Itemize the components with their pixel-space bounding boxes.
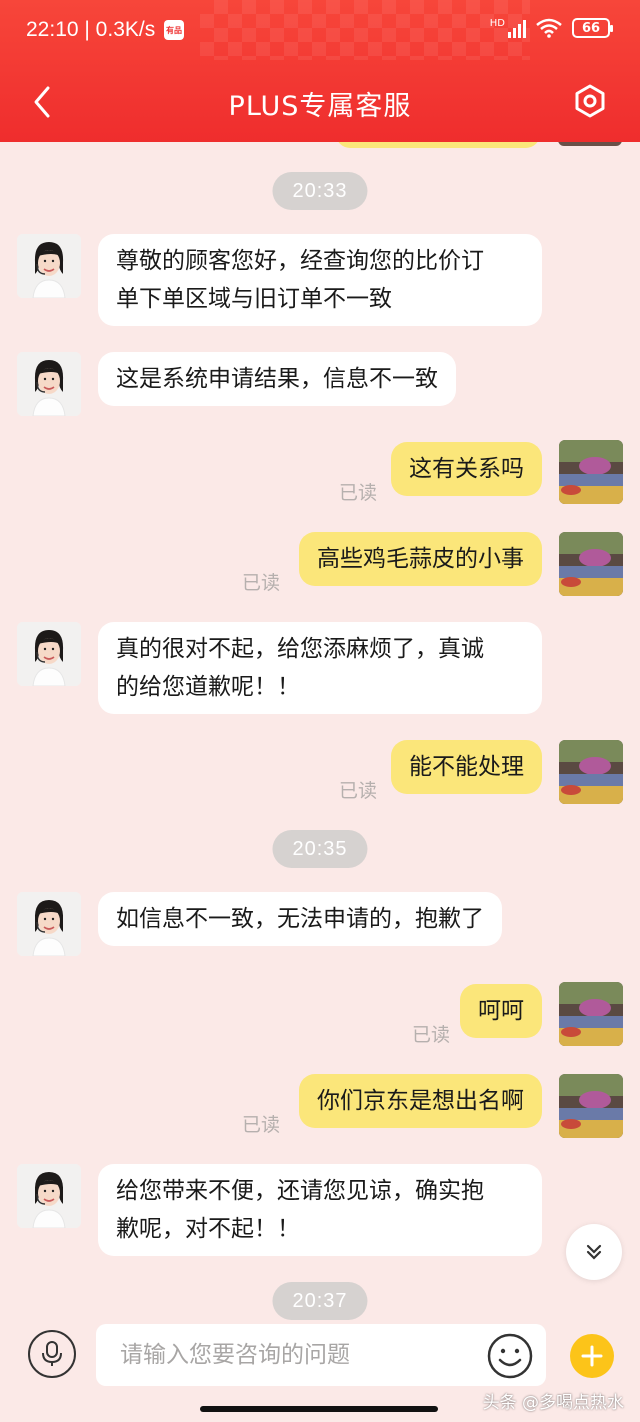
agent-avatar[interactable] <box>17 622 81 686</box>
message-line: 呵呵 <box>478 998 524 1024</box>
agent-avatar[interactable] <box>17 1164 81 1228</box>
message-line: 单下单区域与旧订单不一致 <box>116 286 392 312</box>
input-bar: 头条 @多喝点热水 <box>0 1322 640 1422</box>
user-avatar[interactable] <box>559 440 623 504</box>
page-title: PLUS专属客服 <box>228 91 412 122</box>
network-label: HD <box>489 18 505 29</box>
cell-signal-icon: HD <box>490 18 526 38</box>
read-receipt: 已读 <box>241 572 280 594</box>
settings-icon[interactable] <box>570 80 610 124</box>
user-avatar-image <box>559 740 623 804</box>
agent-avatar[interactable] <box>17 234 81 298</box>
read-receipt: 已读 <box>411 1024 450 1046</box>
agent-avatar[interactable] <box>17 892 81 956</box>
message-line: 这是系统申请结果，信息不一致 <box>116 366 438 392</box>
message-line: 给您带来不便，还请您见谅，确实抱 <box>116 1178 484 1204</box>
timestamp: 20:33 <box>272 172 368 210</box>
user-message: 能不能处理 <box>391 740 542 794</box>
agent-avatar[interactable] <box>17 352 81 416</box>
message-line: 能不能处理 <box>409 754 524 780</box>
header: 22:10 | 0.3K/s 有品 HD 66 PLUS专属客服 <box>0 0 640 142</box>
scroll-down-button[interactable] <box>566 1224 622 1280</box>
plus-icon <box>581 1345 603 1367</box>
status-time: 22:10 | 0.3K/s <box>26 18 156 41</box>
message-line: 如信息不一致，无法申请的，抱歉了 <box>116 906 484 932</box>
message-line: 真的很对不起，给您添麻烦了，真诚 <box>116 636 484 662</box>
agent-message: 如信息不一致，无法申请的，抱歉了 <box>98 892 502 946</box>
wifi-icon <box>536 18 562 38</box>
agent-avatar-image <box>17 1164 81 1228</box>
timestamp: 20:37 <box>272 1282 368 1320</box>
read-receipt: 已读 <box>338 482 377 504</box>
read-receipt: 已读 <box>241 1114 280 1136</box>
agent-avatar-image <box>17 352 81 416</box>
user-avatar-image <box>559 440 623 504</box>
user-avatar-image <box>559 1074 623 1138</box>
smiley-icon[interactable] <box>486 1332 534 1380</box>
previous-avatar <box>558 142 622 146</box>
message-line: 尊敬的顾客您好，经查询您的比价订 <box>116 248 484 274</box>
message-line: 高些鸡毛蒜皮的小事 <box>317 546 524 572</box>
double-chevron-down-icon <box>586 1244 602 1260</box>
user-message: 呵呵 <box>460 984 542 1038</box>
timestamp: 20:35 <box>272 830 368 868</box>
agent-avatar-image <box>17 234 81 298</box>
message-line: 这有关系吗 <box>409 456 524 482</box>
agent-message: 尊敬的顾客您好，经查询您的比价订 单下单区域与旧订单不一致 <box>98 234 542 326</box>
message-input[interactable] <box>96 1324 546 1386</box>
plus-button[interactable] <box>570 1334 614 1378</box>
nav-bar: PLUS专属客服 <box>0 62 640 142</box>
previous-message-bubble <box>336 142 540 148</box>
user-avatar[interactable] <box>559 1074 623 1138</box>
message-line: 你们京东是想出名啊 <box>317 1088 524 1114</box>
user-avatar-image <box>559 982 623 1046</box>
status-bar: 22:10 | 0.3K/s 有品 HD 66 <box>0 0 640 62</box>
agent-message: 这是系统申请结果，信息不一致 <box>98 352 456 406</box>
read-receipt: 已读 <box>338 780 377 802</box>
home-indicator[interactable] <box>200 1406 438 1412</box>
user-message: 你们京东是想出名啊 <box>299 1074 542 1128</box>
message-line: 歉呢，对不起！！ <box>116 1216 300 1242</box>
agent-message: 真的很对不起，给您添麻烦了，真诚 的给您道歉呢！！ <box>98 622 542 714</box>
user-avatar[interactable] <box>559 982 623 1046</box>
user-avatar-image <box>559 532 623 596</box>
battery-icon: 66 <box>572 18 613 38</box>
status-right: HD 66 <box>490 18 613 38</box>
user-avatar[interactable] <box>559 532 623 596</box>
app-notification-icon: 有品 <box>164 20 184 40</box>
microphone-icon <box>42 1341 62 1366</box>
user-message: 这有关系吗 <box>391 442 542 496</box>
agent-avatar-image <box>17 622 81 686</box>
user-avatar[interactable] <box>559 740 623 804</box>
agent-message: 给您带来不便，还请您见谅，确实抱 歉呢，对不起！！ <box>98 1164 542 1256</box>
voice-button[interactable] <box>28 1330 76 1378</box>
chat-area[interactable]: 20:33 尊敬的顾客您好，经查询您的比价订 单下单区域与旧订单不一致 这是系统… <box>0 142 640 1322</box>
user-message: 高些鸡毛蒜皮的小事 <box>299 532 542 586</box>
agent-avatar-image <box>17 892 81 956</box>
message-line: 的给您道歉呢！！ <box>116 674 300 700</box>
watermark: 头条 @多喝点热水 <box>482 1393 624 1413</box>
